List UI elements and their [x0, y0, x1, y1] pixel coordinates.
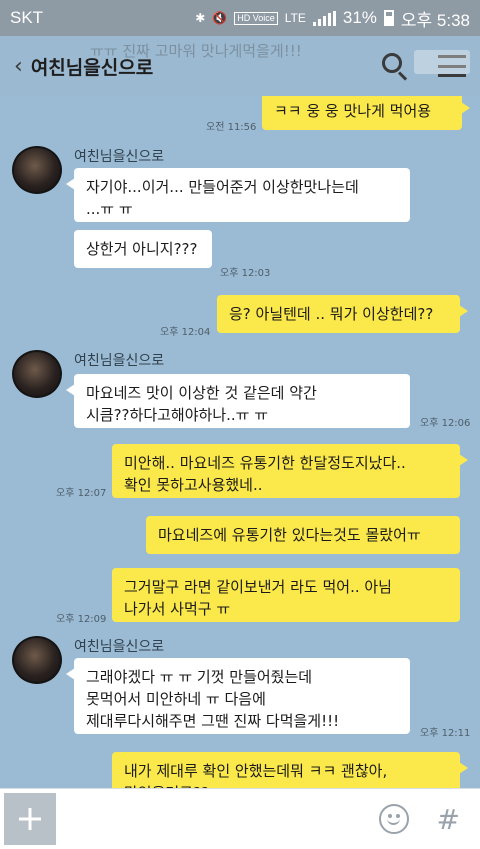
bluetooth-icon: ✱	[195, 11, 206, 25]
emoji-icon[interactable]	[378, 804, 409, 834]
message-time: 오후 12:09	[56, 614, 107, 625]
message-time: 오후 12:06	[420, 418, 471, 429]
message-input[interactable]	[66, 797, 369, 841]
my-message[interactable]: 마요네즈에 유통기한 있다는것도 몰랐어ㅠ	[146, 516, 460, 554]
lte-label: LTE	[284, 11, 306, 25]
my-message[interactable]: 그거말구 라면 같이보낸거 라도 먹어.. 아님 나가서 사먹구 ㅠ	[112, 568, 460, 622]
avatar[interactable]	[12, 350, 62, 398]
search-icon[interactable]	[380, 51, 410, 81]
avatar[interactable]	[12, 636, 62, 684]
their-message[interactable]: 자기야...이거... 만들어준거 이상한맛나는데 ...ㅠ ㅠ	[66, 168, 410, 222]
message-time: 오후 12:04	[160, 327, 211, 338]
my-message[interactable]: 내가 제대루 확인 안했는데뭐 ㅋㅋ 괜찮아, 맛있을거구??	[112, 752, 468, 788]
status-bar: SKT ✱ 🔇 HD Voice LTE 31% 오후 5:38	[0, 0, 480, 36]
clock: 오후 5:38	[400, 10, 470, 30]
previous-message-ghost: ㅠㅠ 진짜 고마워 맛나게먹을게!!!	[90, 42, 302, 60]
their-message[interactable]: 마요네즈 맛이 이상한 것 같은데 약간 시큼??하다고해야하나..ㅠ ㅠ	[66, 374, 410, 428]
message-time: 오후 12:11	[420, 728, 471, 739]
hd-voice-icon: HD Voice	[234, 11, 278, 25]
my-message[interactable]: ㅋㅋ 웅 웅 맛나게 먹어용	[262, 96, 470, 130]
sender-name: 여친님을신으로	[74, 639, 165, 655]
sender-name: 여친님을신으로	[74, 149, 165, 165]
signal-icon	[312, 10, 336, 26]
battery-icon	[383, 10, 394, 26]
avatar[interactable]	[12, 146, 62, 194]
hash-icon[interactable]: #	[437, 803, 460, 836]
message-time: 오후 12:03	[220, 268, 271, 279]
battery-percent: 31%	[342, 8, 377, 27]
my-message[interactable]: 미안해.. 마요네즈 유통기한 한달정도지났다.. 확인 못하고사용했네..	[112, 444, 468, 498]
message-time: 오후 12:07	[56, 488, 107, 499]
previous-message-shadow	[414, 50, 470, 74]
their-message[interactable]: 상한거 아니지???	[74, 230, 212, 268]
back-icon[interactable]: ‹	[14, 54, 23, 79]
carrier-label: SKT	[10, 8, 44, 27]
chat-header: ㅠㅠ 진짜 고마워 맛나게먹을게!!! ‹ 여친님을신으로	[0, 36, 480, 96]
message-time: 오전 11:56	[206, 122, 257, 133]
my-message[interactable]: 응? 아닐텐데 .. 뭐가 이상한데??	[217, 295, 468, 333]
input-bar: #	[0, 788, 480, 849]
plus-icon[interactable]	[4, 793, 56, 845]
mute-icon: 🔇	[212, 11, 228, 25]
their-message[interactable]: 그래야겠다 ㅠ ㅠ 기껏 만들어줬는데 못먹어서 미안하네 ㅠ 다음에 제대루다…	[66, 658, 410, 734]
chat-area[interactable]: ㅋㅋ 웅 웅 맛나게 먹어용 오전 11:56 여친님을신으로 자기야...이거…	[0, 96, 480, 788]
sender-name: 여친님을신으로	[74, 353, 165, 369]
